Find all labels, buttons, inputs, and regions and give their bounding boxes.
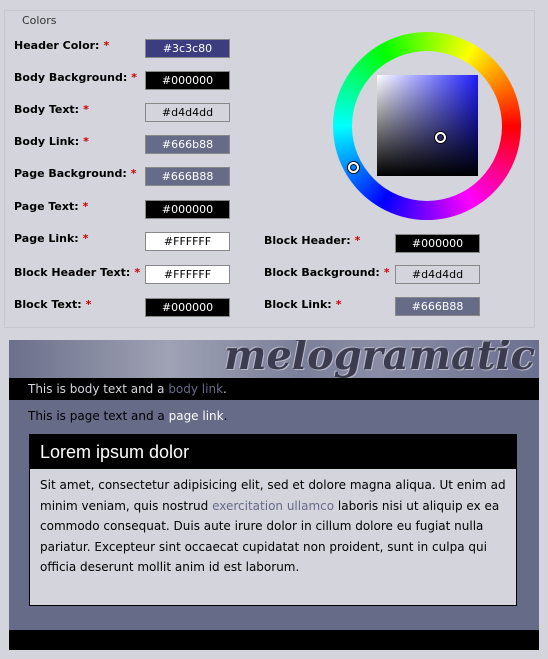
page-text-field[interactable] [145, 200, 230, 219]
page-text-label: Page Text: * [14, 200, 89, 213]
block-title: Lorem ipsum dolor [30, 435, 516, 469]
page-link-label: Page Link: * [14, 232, 89, 245]
block-text-field[interactable] [145, 298, 230, 317]
block-body-text: Sit amet, consectetur adipisicing elit, … [40, 478, 506, 574]
body-background-label: Body Background: * [14, 71, 138, 84]
page-text: This is page text and a [28, 409, 165, 423]
page-background-label: Page Background: * [14, 167, 137, 180]
page-link[interactable]: page link [169, 409, 224, 423]
color-picker[interactable] [333, 32, 521, 220]
block-background-field[interactable] [395, 265, 480, 284]
site-logo: melogramatic [224, 340, 535, 378]
block-background-label: Block Background: * [264, 266, 390, 279]
block-link-field[interactable] [395, 297, 480, 316]
page-background-field[interactable] [145, 167, 230, 186]
hue-marker-handle[interactable] [348, 162, 359, 173]
body-link-field[interactable] [145, 135, 230, 154]
body-link-label: Body Link: * [14, 135, 89, 148]
header-color-field[interactable] [145, 39, 230, 58]
body-background-field[interactable] [145, 71, 230, 90]
body-text-label: Body Text: * [14, 103, 89, 116]
page-link-field[interactable] [145, 232, 230, 251]
block-header-text-field[interactable] [145, 265, 230, 284]
body-link[interactable]: body link [168, 382, 223, 396]
content-block: Lorem ipsum dolor Sit amet, consectetur … [29, 434, 517, 606]
colors-legend: Colors [18, 14, 61, 28]
preview-banner: melogramatic [9, 340, 539, 378]
header-color-label: Header Color: * [14, 39, 110, 52]
block-link-label: Block Link: * [264, 298, 342, 311]
body-text-field[interactable] [145, 103, 230, 122]
theme-preview: melogramatic This is body text and a bod… [9, 340, 539, 650]
block-header-field[interactable] [395, 234, 480, 253]
body-text: This is body text and a [28, 382, 165, 396]
body-text-strip: This is body text and a body link. [9, 378, 539, 400]
saturation-value-square[interactable] [377, 75, 478, 176]
block-link[interactable]: exercitation ullamco [212, 499, 334, 513]
block-text-label: Block Text: * [14, 298, 92, 311]
sv-marker-handle[interactable] [435, 132, 446, 143]
page-text-line: This is page text and a page link. [28, 409, 228, 423]
preview-footer [9, 630, 539, 650]
block-header-label: Block Header: * [264, 234, 361, 247]
block-header-text-label: Block Header Text: * [14, 266, 141, 279]
